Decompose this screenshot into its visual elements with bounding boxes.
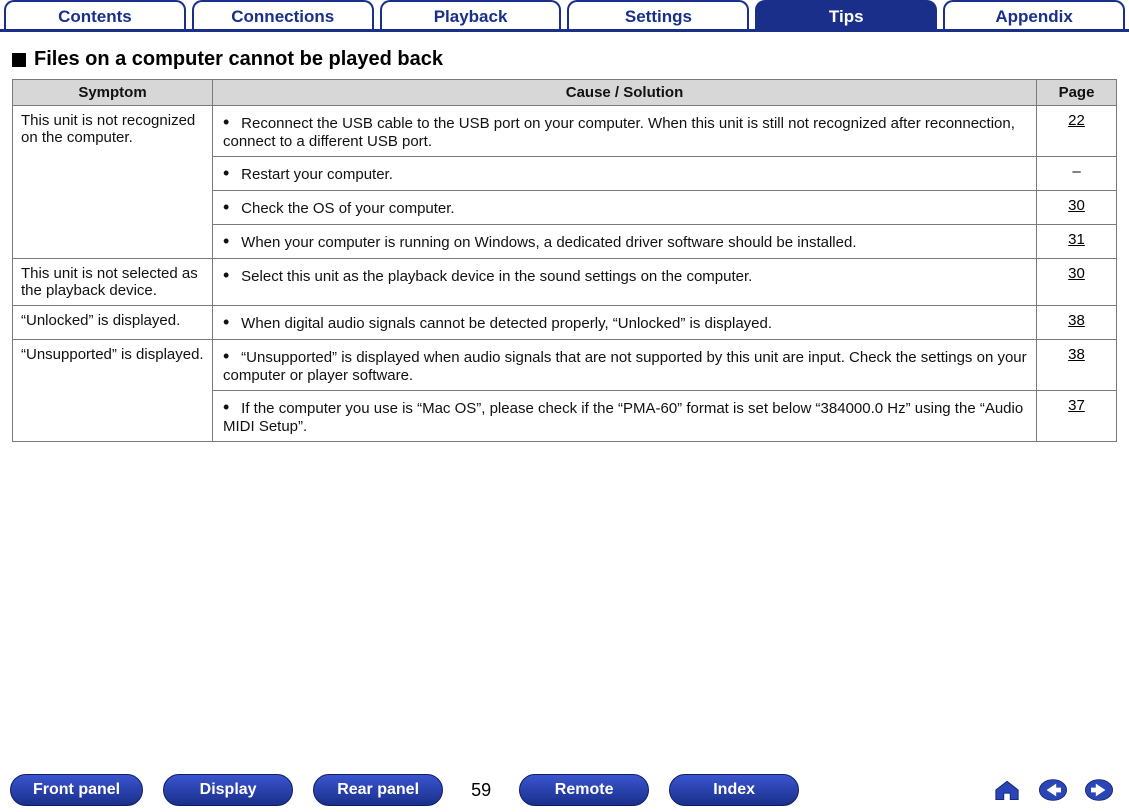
cause-cell: “Unsupported” is displayed when audio si… <box>213 340 1037 391</box>
symptom-cell: “Unlocked” is displayed. <box>13 306 213 340</box>
tab-contents[interactable]: Contents <box>4 0 186 29</box>
troubleshoot-table: Symptom Cause / Solution Page This unit … <box>12 79 1117 442</box>
section-title: Files on a computer cannot be played bac… <box>34 48 443 71</box>
cause-cell: Reconnect the USB cable to the USB port … <box>213 106 1037 157</box>
cause-item: Select this unit as the playback device … <box>221 265 1028 286</box>
header-cause: Cause / Solution <box>213 80 1037 106</box>
page-cell: 30 <box>1037 191 1117 225</box>
symptom-cell: This unit is not selected as the playbac… <box>13 259 213 306</box>
cause-cell: When your computer is running on Windows… <box>213 225 1037 259</box>
table-row: “Unlocked” is displayed. When digital au… <box>13 306 1117 340</box>
remote-button[interactable]: Remote <box>519 774 649 806</box>
page-cell: 38 <box>1037 340 1117 391</box>
page-cell: 31 <box>1037 225 1117 259</box>
tab-connections[interactable]: Connections <box>192 0 374 29</box>
cause-item: When digital audio signals cannot be det… <box>221 312 1028 333</box>
bottom-icons <box>987 775 1119 805</box>
page-link[interactable]: 31 <box>1068 231 1085 248</box>
tab-appendix[interactable]: Appendix <box>943 0 1125 29</box>
square-bullet-icon <box>12 53 26 67</box>
content: Files on a computer cannot be played bac… <box>0 32 1129 442</box>
home-icon[interactable] <box>987 775 1027 805</box>
table-row: This unit is not selected as the playbac… <box>13 259 1117 306</box>
cause-cell: Select this unit as the playback device … <box>213 259 1037 306</box>
page-link[interactable]: 30 <box>1068 265 1085 282</box>
bottom-bar: Front panel Display Rear panel 59 Remote Inde… <box>0 774 1129 806</box>
page-cell: – <box>1037 157 1117 191</box>
display-button[interactable]: Display <box>163 774 293 806</box>
page-link[interactable]: 38 <box>1068 312 1085 329</box>
cause-item: “Unsupported” is displayed when audio si… <box>221 346 1028 384</box>
symptom-cell: “Unsupported” is displayed. <box>13 340 213 442</box>
tab-tips[interactable]: Tips <box>755 0 937 29</box>
page-link[interactable]: 37 <box>1068 397 1085 414</box>
index-button[interactable]: Index <box>669 774 799 806</box>
page-cell: 37 <box>1037 391 1117 442</box>
page-cell: 22 <box>1037 106 1117 157</box>
section-title-row: Files on a computer cannot be played bac… <box>12 48 1117 71</box>
cause-cell: Restart your computer. <box>213 157 1037 191</box>
top-nav: ContentsConnectionsPlaybackSettingsTipsA… <box>0 0 1129 32</box>
page-cell: 30 <box>1037 259 1117 306</box>
cause-item: When your computer is running on Windows… <box>221 231 1028 252</box>
cause-item: Reconnect the USB cable to the USB port … <box>221 112 1028 150</box>
page-link[interactable]: 30 <box>1068 197 1085 214</box>
header-page: Page <box>1037 80 1117 106</box>
page-link[interactable]: 22 <box>1068 112 1085 129</box>
cause-cell: When digital audio signals cannot be det… <box>213 306 1037 340</box>
cause-item: Check the OS of your computer. <box>221 197 1028 218</box>
arrow-left-icon[interactable] <box>1033 775 1073 805</box>
cause-item: If the computer you use is “Mac OS”, ple… <box>221 397 1028 435</box>
arrow-right-icon[interactable] <box>1079 775 1119 805</box>
cause-cell: If the computer you use is “Mac OS”, ple… <box>213 391 1037 442</box>
front-panel-button[interactable]: Front panel <box>10 774 143 806</box>
symptom-cell: This unit is not recognized on the compu… <box>13 106 213 259</box>
table-row: This unit is not recognized on the compu… <box>13 106 1117 157</box>
header-symptom: Symptom <box>13 80 213 106</box>
page-dash: – <box>1072 163 1080 180</box>
page-cell: 38 <box>1037 306 1117 340</box>
tab-playback[interactable]: Playback <box>380 0 562 29</box>
page-link[interactable]: 38 <box>1068 346 1085 363</box>
page-number: 59 <box>471 780 491 801</box>
rear-panel-button[interactable]: Rear panel <box>313 774 443 806</box>
tab-settings[interactable]: Settings <box>567 0 749 29</box>
table-row: “Unsupported” is displayed. “Unsupported… <box>13 340 1117 391</box>
cause-cell: Check the OS of your computer. <box>213 191 1037 225</box>
cause-item: Restart your computer. <box>221 163 1028 184</box>
